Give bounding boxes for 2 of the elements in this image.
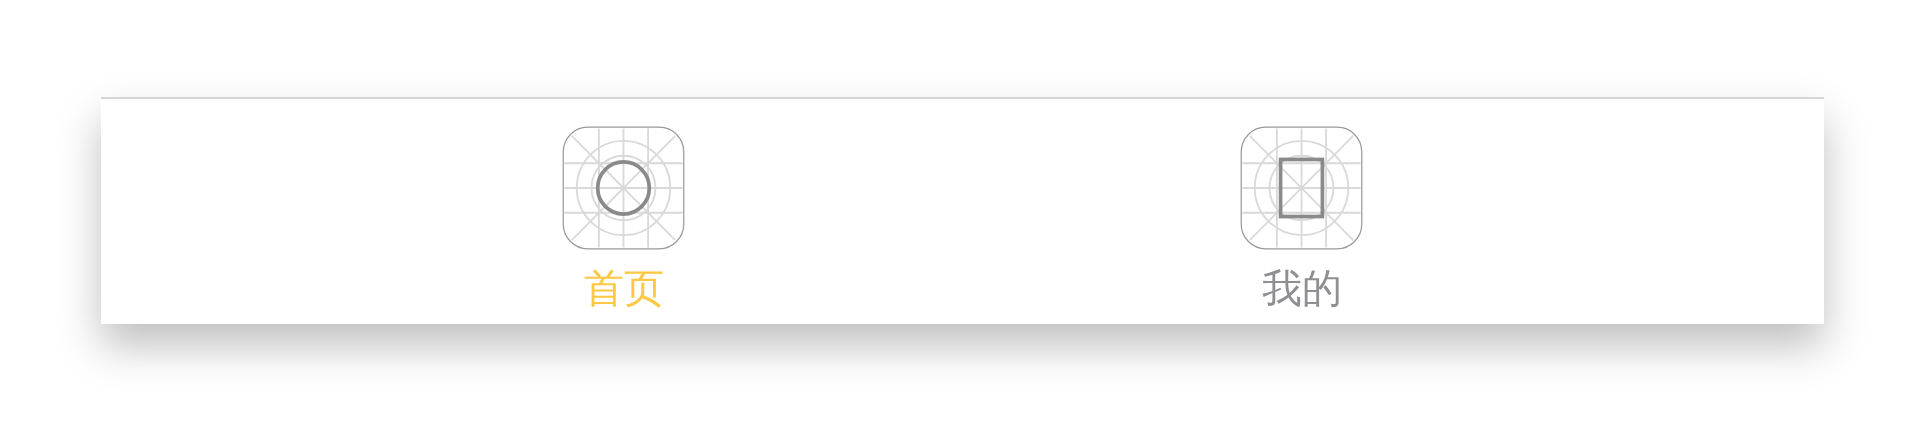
rectangle-icon: [1240, 126, 1363, 250]
tab[interactable]: 我的: [1240, 126, 1363, 324]
